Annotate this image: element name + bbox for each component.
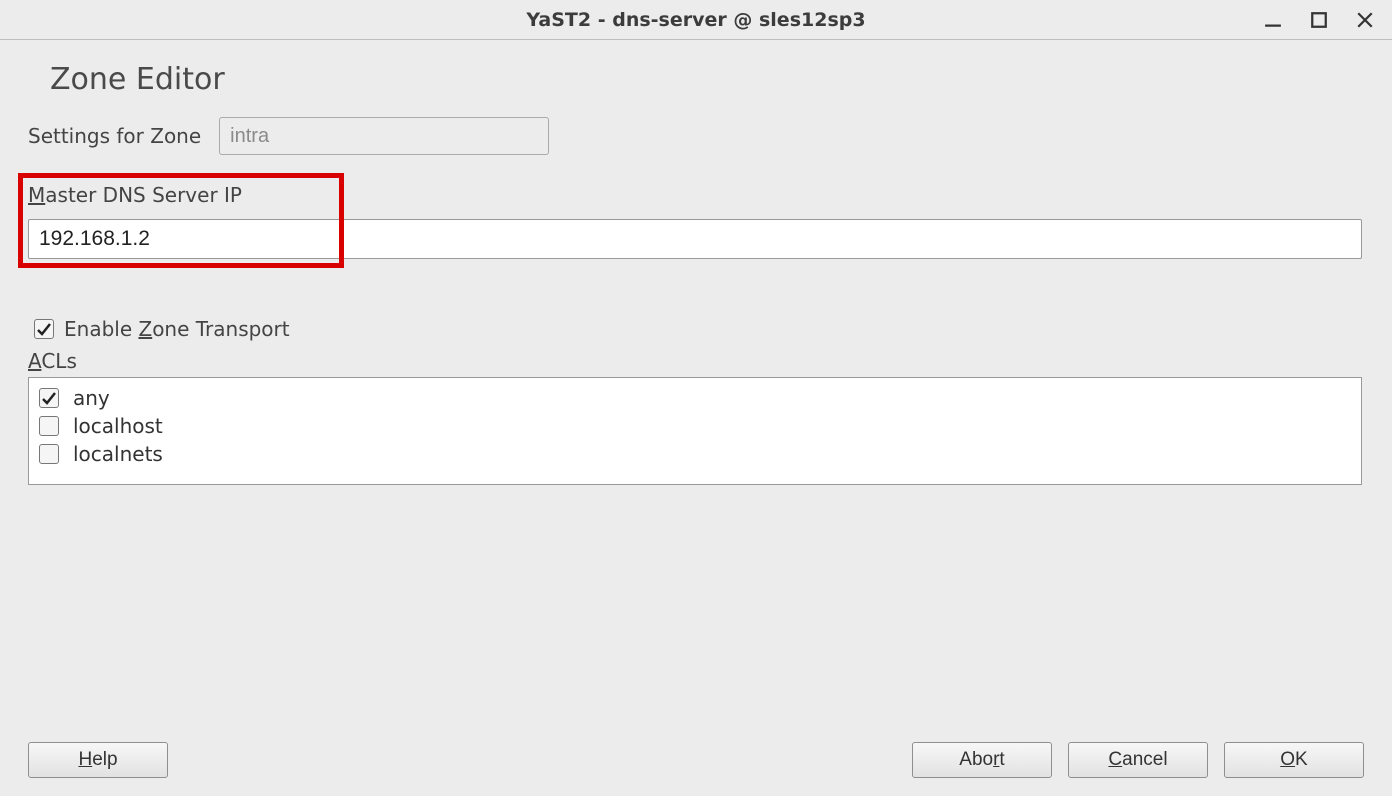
cancel-button[interactable]: Cancel: [1068, 742, 1208, 778]
enable-zone-transport-checkbox[interactable]: [34, 319, 54, 339]
master-ip-section: Master DNS Server IP: [28, 183, 1364, 273]
footer-right: Abort Cancel OK: [912, 742, 1364, 778]
acls-label: ACLs: [28, 349, 1364, 373]
acl-item-label: localnets: [73, 442, 163, 466]
acl-checkbox-localhost[interactable]: [39, 416, 59, 436]
window-title: YaST2 - dns-server @ sles12sp3: [526, 9, 865, 31]
footer: Help Abort Cancel OK: [28, 742, 1364, 778]
content-area: Zone Editor Settings for Zone Master DNS…: [0, 40, 1392, 485]
acl-item-label: localhost: [73, 414, 163, 438]
zone-input: [219, 117, 549, 155]
minimize-icon[interactable]: [1264, 11, 1282, 29]
list-item[interactable]: localnets: [39, 440, 1351, 468]
master-ip-label: Master DNS Server IP: [28, 183, 242, 207]
enable-zone-transport-row[interactable]: Enable Zone Transport: [34, 317, 1364, 341]
master-ip-input[interactable]: [28, 219, 1362, 259]
help-button[interactable]: Help: [28, 742, 168, 778]
acl-item-label: any: [73, 386, 110, 410]
abort-button[interactable]: Abort: [912, 742, 1052, 778]
maximize-icon[interactable]: [1310, 11, 1328, 29]
window-titlebar: YaST2 - dns-server @ sles12sp3: [0, 0, 1392, 40]
acls-list[interactable]: any localhost localnets: [28, 377, 1362, 485]
page-title: Zone Editor: [50, 62, 1364, 97]
enable-zone-transport-label: Enable Zone Transport: [64, 317, 290, 341]
list-item[interactable]: localhost: [39, 412, 1351, 440]
zone-label: Settings for Zone: [28, 124, 201, 148]
close-icon[interactable]: [1356, 11, 1374, 29]
zone-row: Settings for Zone: [28, 117, 1364, 155]
acl-checkbox-any[interactable]: [39, 388, 59, 408]
ok-button[interactable]: OK: [1224, 742, 1364, 778]
list-item[interactable]: any: [39, 384, 1351, 412]
window-controls: [1264, 0, 1374, 39]
acl-checkbox-localnets[interactable]: [39, 444, 59, 464]
